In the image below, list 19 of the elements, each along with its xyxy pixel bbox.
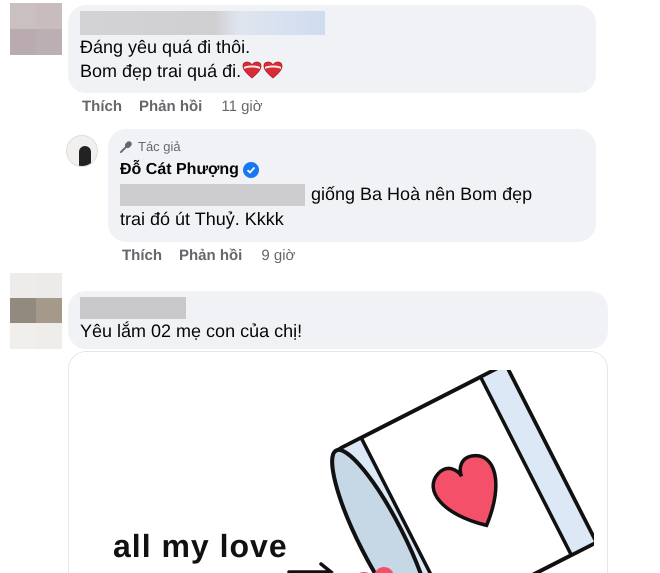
comment-text: Yêu lắm 02 mẹ con của chị!	[80, 320, 304, 342]
reply-link[interactable]: Phản hồi	[179, 245, 242, 268]
comment-text: Đáng yêu quá đi thôi.	[80, 36, 252, 59]
author-label: Tác giả	[138, 138, 181, 156]
avatar-icon	[66, 134, 98, 166]
microphone-icon	[120, 140, 133, 153]
like-link[interactable]: Thích	[122, 245, 162, 268]
avatar-placeholder	[10, 3, 62, 55]
timestamp[interactable]: 11 giờ	[221, 96, 263, 118]
like-link[interactable]: Thích	[82, 96, 122, 118]
author-name[interactable]: Đỗ Cát Phượng	[120, 158, 239, 182]
reply-link[interactable]: Phản hồi	[139, 96, 202, 118]
timestamp[interactable]: 9 giờ	[261, 245, 296, 268]
comment-text: Bom đẹp trai quá đi.	[80, 59, 584, 83]
reply-text: trai đó út Thuỷ. Kkkk	[120, 208, 284, 231]
reply-text: giống Ba Hoà nên Bom đẹp	[311, 183, 532, 206]
heart-emoji-icon	[242, 61, 262, 79]
heart-emoji-icon	[263, 61, 284, 79]
sticker-caption: all my love	[113, 526, 288, 566]
